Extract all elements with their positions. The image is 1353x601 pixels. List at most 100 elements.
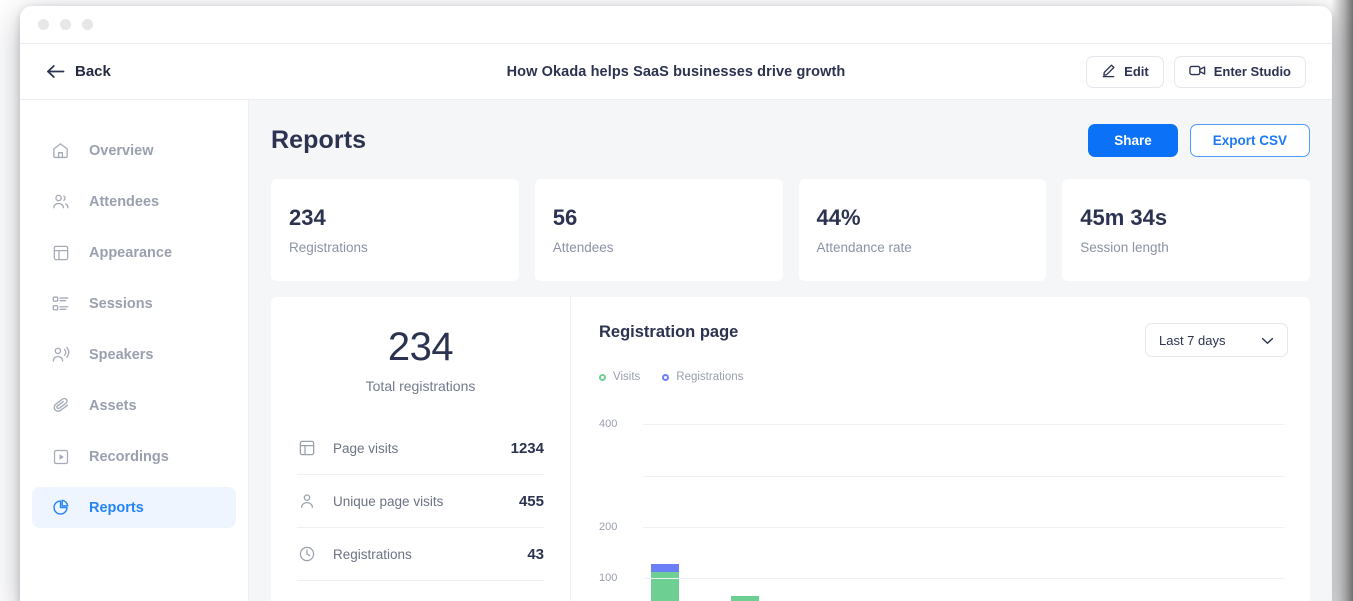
list-icon [50,293,71,314]
chart-header: Registration page Last 7 days [599,323,1288,357]
sidebar-label: Assets [89,397,137,414]
y-axis-tick-label: 200 [599,520,618,533]
stat-card: 45m 34s Session length [1062,179,1310,281]
sidebar-label: Sessions [89,295,153,312]
registration-page-chart-panel: Registration page Last 7 days Visits Reg… [571,297,1310,601]
sidebar-label: Appearance [89,244,173,261]
video-camera-icon [1189,64,1206,80]
layout-icon [297,438,317,458]
speaker-icon [50,344,71,365]
chart-bar[interactable] [651,563,679,601]
chart-gridline [643,475,1284,477]
total-registrations-label: Total registrations [365,378,476,394]
sidebar-item-attendees[interactable]: Attendees [32,181,236,222]
back-button[interactable]: Back [46,63,111,80]
sidebar-label: Overview [89,142,154,159]
sidebar-item-appearance[interactable]: Appearance [32,232,236,273]
legend-label: Registrations [676,371,744,383]
pie-chart-icon [50,497,71,518]
chart-bar-segment [651,571,679,601]
bar-chart: 100 200 400 [599,409,1288,601]
sidebar-item-reports[interactable]: Reports [32,487,236,528]
users-icon [50,191,71,212]
date-range-select[interactable]: Last 7 days [1145,323,1288,357]
list-item-label: Page visits [333,440,399,456]
app-body: Overview Attendees Appearance Sessions S… [20,100,1332,601]
sidebar-item-overview[interactable]: Overview [32,130,236,171]
list-item[interactable]: Page visits 1234 [297,422,544,475]
stat-label: Attendance rate [816,240,912,255]
sidebar-item-recordings[interactable]: Recordings [32,436,236,477]
minimize-dot[interactable] [60,19,71,30]
edit-label: Edit [1124,64,1149,79]
stat-label: Attendees [552,240,614,255]
report-panels: 234 Total registrations Page visits 1234 [271,297,1310,601]
sidebar-item-assets[interactable]: Assets [32,385,236,426]
home-icon [50,140,71,161]
stat-value: 44% [816,205,861,230]
stat-card: 44% Attendance rate [798,179,1047,281]
chart-gridline [643,526,1284,528]
chart-bars [643,409,1284,601]
export-csv-button[interactable]: Export CSV [1189,124,1310,157]
page-title: Reports [271,126,367,154]
stat-label: Session length [1080,240,1169,255]
legend-marker-icon [662,373,670,381]
paperclip-icon [50,395,71,416]
list-item-label: Registrations [333,546,412,562]
list-item[interactable]: Registrations 43 [297,528,544,581]
layout-icon [50,242,71,263]
y-axis-tick-label: 400 [599,418,618,431]
stat-value: 234 [289,205,326,230]
chart-bar-segment [651,563,679,572]
sidebar-label: Speakers [89,346,154,363]
chart-bar[interactable] [731,595,759,601]
stat-value: 45m 34s [1080,205,1168,230]
enter-studio-button[interactable]: Enter Studio [1173,55,1306,88]
stat-cards: 234 Registrations 56 Attendees 44% Atten… [271,179,1310,281]
share-button[interactable]: Share [1088,124,1178,157]
arrow-left-icon [46,64,65,79]
legend-label: Visits [613,371,641,383]
studio-label: Enter Studio [1213,64,1291,79]
close-dot[interactable] [38,19,49,30]
stat-card: 56 Attendees [534,179,783,281]
stat-card: 234 Registrations [271,179,519,281]
chart-gridline [643,424,1284,426]
sidebar-label: Attendees [89,193,160,210]
sidebar-item-speakers[interactable]: Speakers [32,334,236,375]
sidebar-label: Recordings [89,448,169,465]
sidebar-label: Reports [89,499,144,516]
maximize-dot[interactable] [82,19,93,30]
legend-item[interactable]: Visits [599,371,640,383]
list-item[interactable]: Unique page visits 455 [297,475,544,528]
legend-item[interactable]: Registrations [662,371,743,383]
total-registrations-value: 234 [387,325,454,369]
legend-marker-icon [599,373,606,381]
date-range-value: Last 7 days [1159,332,1226,348]
list-item-label: Unique page visits [333,493,444,509]
window-titlebar [20,6,1332,44]
sidebar-item-sessions[interactable]: Sessions [32,283,236,324]
stat-value: 56 [552,205,578,230]
sidebar: Overview Attendees Appearance Sessions S… [20,100,249,601]
chevron-down-icon [1261,333,1274,348]
screenshot-stage: Back How Okada helps SaaS businesses dri… [0,0,1353,601]
chart-gridline [643,577,1284,579]
chart-legend: Visits Registrations [599,371,1288,383]
edit-button[interactable]: Edit [1086,55,1164,88]
user-icon [297,491,317,511]
list-item-value: 1234 [510,439,544,457]
page-actions: Share Export CSV [1088,124,1310,157]
page-header: Reports Share Export CSV [271,124,1310,157]
registrations-summary-panel: 234 Total registrations Page visits 1234 [271,297,571,601]
back-label: Back [75,63,111,80]
window-right-shadow [1331,0,1353,601]
chart-title: Registration page [599,323,739,341]
stat-label: Registrations [289,240,368,255]
clock-icon [297,544,317,564]
play-box-icon [50,446,71,467]
list-item-value: 43 [527,545,544,563]
app-header: Back How Okada helps SaaS businesses dri… [20,44,1332,100]
list-item-value: 455 [518,492,544,510]
